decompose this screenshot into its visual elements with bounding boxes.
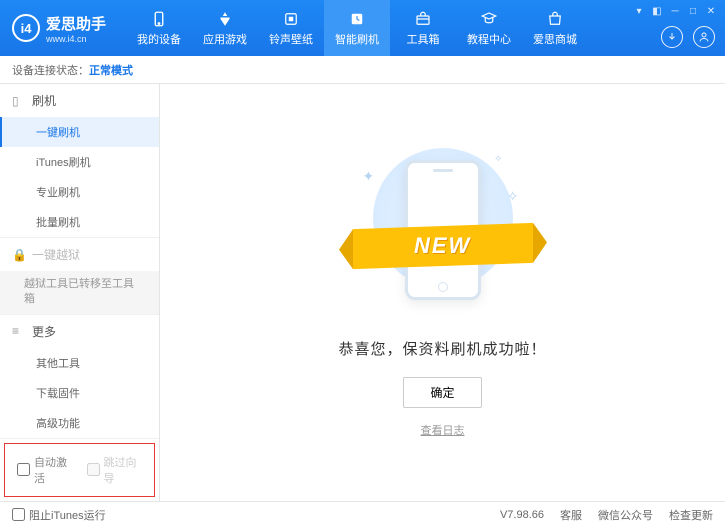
store-icon	[545, 10, 565, 28]
check-update-link[interactable]: 检查更新	[669, 507, 713, 523]
maximize-icon[interactable]: □	[685, 4, 701, 18]
sidebar-flash-header[interactable]: ▯刷机	[0, 84, 159, 117]
lock-icon: 🔒	[12, 248, 26, 262]
nav-toolbox[interactable]: 工具箱	[390, 0, 456, 56]
main-content: ✦ ✧ ✦ ✧ NEW 恭喜您，保资料刷机成功啦！ 确定 查看日志	[160, 84, 725, 501]
toolbox-icon	[413, 10, 433, 28]
nav-store[interactable]: 爱思商城	[522, 0, 588, 56]
skip-guide-checkbox[interactable]: 跳过向导	[87, 454, 143, 486]
menu-icon[interactable]: ▾	[631, 4, 647, 18]
app-header: i4 爱思助手 www.i4.cn 我的设备 应用游戏 铃声壁纸 智能刷机 工具…	[0, 0, 725, 56]
sidebar-item-pro-flash[interactable]: 专业刷机	[0, 177, 159, 207]
status-label: 设备连接状态：	[12, 62, 89, 78]
wechat-link[interactable]: 微信公众号	[598, 507, 653, 523]
sparkle-icon: ✧	[494, 154, 502, 165]
tutorial-icon	[479, 10, 499, 28]
close-icon[interactable]: ✕	[703, 4, 719, 18]
user-icon[interactable]	[693, 26, 715, 48]
status-mode: 正常模式	[89, 62, 133, 78]
minimize-icon[interactable]: ─	[667, 4, 683, 18]
status-bar: 设备连接状态： 正常模式	[0, 56, 725, 84]
sidebar-jailbreak-header: 🔒一键越狱	[0, 238, 159, 271]
sparkle-icon: ✧	[507, 188, 519, 205]
nav-apps[interactable]: 应用游戏	[192, 0, 258, 56]
ok-button[interactable]: 确定	[403, 377, 481, 408]
view-log-link[interactable]: 查看日志	[421, 422, 465, 438]
sidebar-item-oneclick-flash[interactable]: 一键刷机	[0, 117, 159, 147]
logo: i4 爱思助手 www.i4.cn	[0, 13, 118, 44]
sidebar-item-download-fw[interactable]: 下载固件	[0, 378, 159, 408]
list-icon: ≡	[12, 324, 26, 338]
ringtone-icon	[281, 10, 301, 28]
top-nav: 我的设备 应用游戏 铃声壁纸 智能刷机 工具箱 教程中心 爱思商城	[126, 0, 588, 56]
version-label: V7.98.66	[500, 509, 544, 521]
sidebar-item-advanced[interactable]: 高级功能	[0, 408, 159, 438]
block-itunes-checkbox[interactable]: 阻止iTunes运行	[12, 507, 106, 523]
phone-small-icon: ▯	[12, 94, 26, 108]
app-url: www.i4.cn	[46, 34, 106, 44]
footer: 阻止iTunes运行 V7.98.66 客服 微信公众号 检查更新	[0, 501, 725, 527]
window-controls: ▾ ◧ ─ □ ✕	[631, 4, 719, 18]
customer-service-link[interactable]: 客服	[560, 507, 582, 523]
sidebar-item-other-tools[interactable]: 其他工具	[0, 348, 159, 378]
sidebar: ▯刷机 一键刷机 iTunes刷机 专业刷机 批量刷机 🔒一键越狱 越狱工具已转…	[0, 84, 160, 501]
nav-tutorial[interactable]: 教程中心	[456, 0, 522, 56]
apps-icon	[215, 10, 235, 28]
app-name: 爱思助手	[46, 13, 106, 34]
device-icon	[149, 10, 169, 28]
header-actions	[661, 26, 715, 48]
success-message: 恭喜您，保资料刷机成功啦！	[338, 338, 546, 359]
sidebar-options: 自动激活 跳过向导	[4, 443, 155, 497]
logo-icon: i4	[12, 14, 40, 42]
sidebar-item-itunes-flash[interactable]: iTunes刷机	[0, 147, 159, 177]
sidebar-item-batch-flash[interactable]: 批量刷机	[0, 207, 159, 237]
new-ribbon: NEW	[353, 222, 533, 268]
sparkle-icon: ✦	[363, 168, 375, 185]
nav-ringtone[interactable]: 铃声壁纸	[258, 0, 324, 56]
skin-icon[interactable]: ◧	[649, 4, 665, 18]
sidebar-jailbreak-note: 越狱工具已转移至工具箱	[0, 271, 159, 314]
flash-icon	[347, 10, 367, 28]
auto-activate-checkbox[interactable]: 自动激活	[17, 454, 73, 486]
sidebar-more-header[interactable]: ≡更多	[0, 315, 159, 348]
success-illustration: ✦ ✧ ✦ ✧ NEW	[343, 148, 543, 318]
download-icon[interactable]	[661, 26, 683, 48]
nav-flash[interactable]: 智能刷机	[324, 0, 390, 56]
nav-my-device[interactable]: 我的设备	[126, 0, 192, 56]
